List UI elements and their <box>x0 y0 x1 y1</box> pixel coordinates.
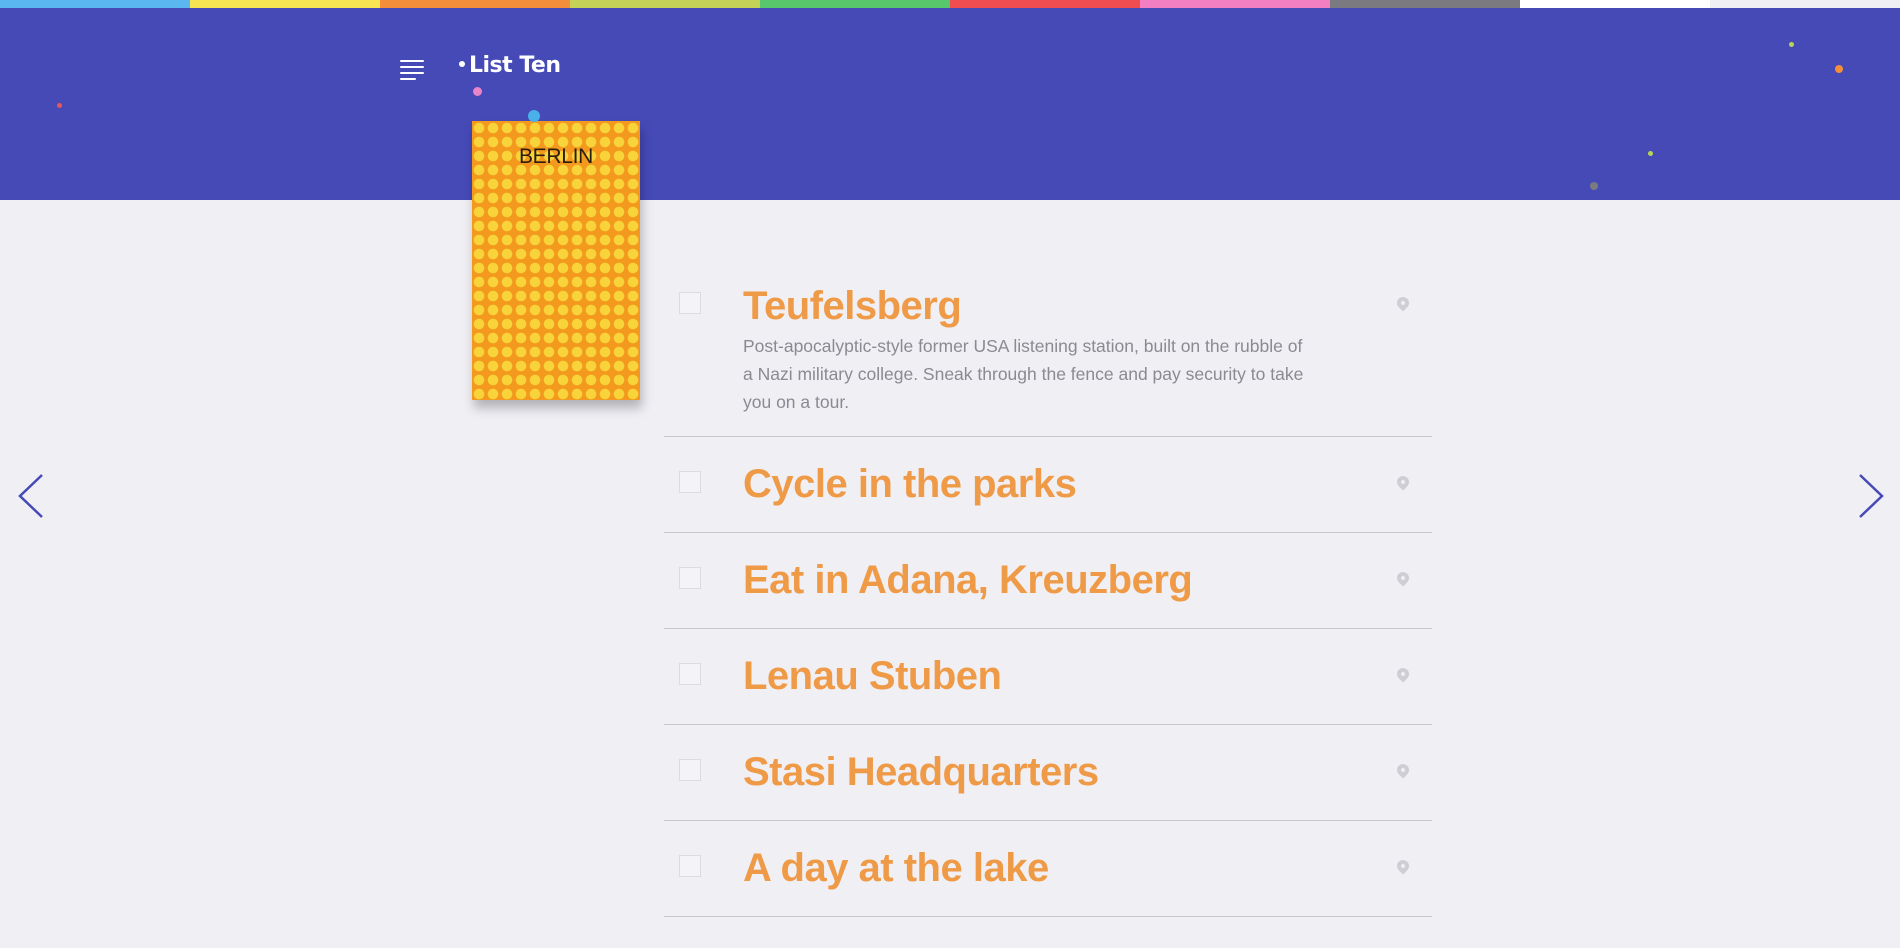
chevron-right-icon[interactable] <box>1858 473 1884 519</box>
confetti-dot <box>1590 182 1598 190</box>
list-item: A day at the lake <box>664 821 1432 917</box>
list-item: Stasi Headquarters <box>664 725 1432 821</box>
list-cover-book[interactable]: BERLIN <box>472 121 640 400</box>
color-strip <box>0 0 1710 8</box>
color-strip-segment <box>760 0 950 8</box>
color-strip-segment <box>190 0 380 8</box>
location-pin-icon[interactable] <box>1394 665 1412 683</box>
item-checkbox[interactable] <box>679 292 701 314</box>
item-checkbox[interactable] <box>679 855 701 877</box>
location-pin-icon[interactable] <box>1394 294 1412 312</box>
color-strip-segment <box>570 0 760 8</box>
color-strip-segment <box>380 0 570 8</box>
item-checkbox[interactable] <box>679 663 701 685</box>
book-title: BERLIN <box>518 145 594 168</box>
book-pin-dot <box>528 110 540 122</box>
color-strip-segment <box>0 0 190 8</box>
color-strip-segment <box>1140 0 1330 8</box>
confetti-dot <box>57 103 62 108</box>
confetti-dot <box>1648 151 1653 156</box>
logo[interactable]: List Ten <box>459 53 561 78</box>
logo-dot-icon <box>459 61 465 67</box>
color-strip-segment <box>1330 0 1520 8</box>
color-strip-segment <box>950 0 1140 8</box>
item-title[interactable]: Teufelsberg <box>743 284 962 329</box>
confetti-dot <box>1835 65 1843 73</box>
item-description: Post-apocalyptic-style former USA listen… <box>743 336 1304 412</box>
location-pin-icon[interactable] <box>1394 761 1412 779</box>
item-title[interactable]: Stasi Headquarters <box>743 750 1099 795</box>
item-checkbox[interactable] <box>679 567 701 589</box>
header-bar: List Ten <box>0 8 1900 200</box>
logo-text: List Ten <box>469 53 561 78</box>
location-pin-icon[interactable] <box>1394 857 1412 875</box>
hamburger-menu-icon[interactable] <box>400 60 424 80</box>
todo-list: Teufelsberg Post-apocalyptic-style forme… <box>664 270 1432 917</box>
confetti-dot <box>1789 42 1794 47</box>
confetti-dot <box>473 87 482 96</box>
list-item: Eat in Adana, Kreuzberg <box>664 533 1432 629</box>
location-pin-icon[interactable] <box>1394 569 1412 587</box>
location-pin-icon[interactable] <box>1394 473 1412 491</box>
item-checkbox[interactable] <box>679 471 701 493</box>
chevron-left-icon[interactable] <box>18 473 44 519</box>
item-title[interactable]: Lenau Stuben <box>743 654 1002 699</box>
list-item: Cycle in the parks <box>664 437 1432 533</box>
color-strip-segment <box>1520 0 1710 8</box>
list-item: Teufelsberg Post-apocalyptic-style forme… <box>664 270 1432 437</box>
item-title[interactable]: Eat in Adana, Kreuzberg <box>743 558 1193 603</box>
item-title[interactable]: Cycle in the parks <box>743 462 1077 507</box>
list-item: Lenau Stuben <box>664 629 1432 725</box>
item-title[interactable]: A day at the lake <box>743 846 1049 891</box>
item-checkbox[interactable] <box>679 759 701 781</box>
